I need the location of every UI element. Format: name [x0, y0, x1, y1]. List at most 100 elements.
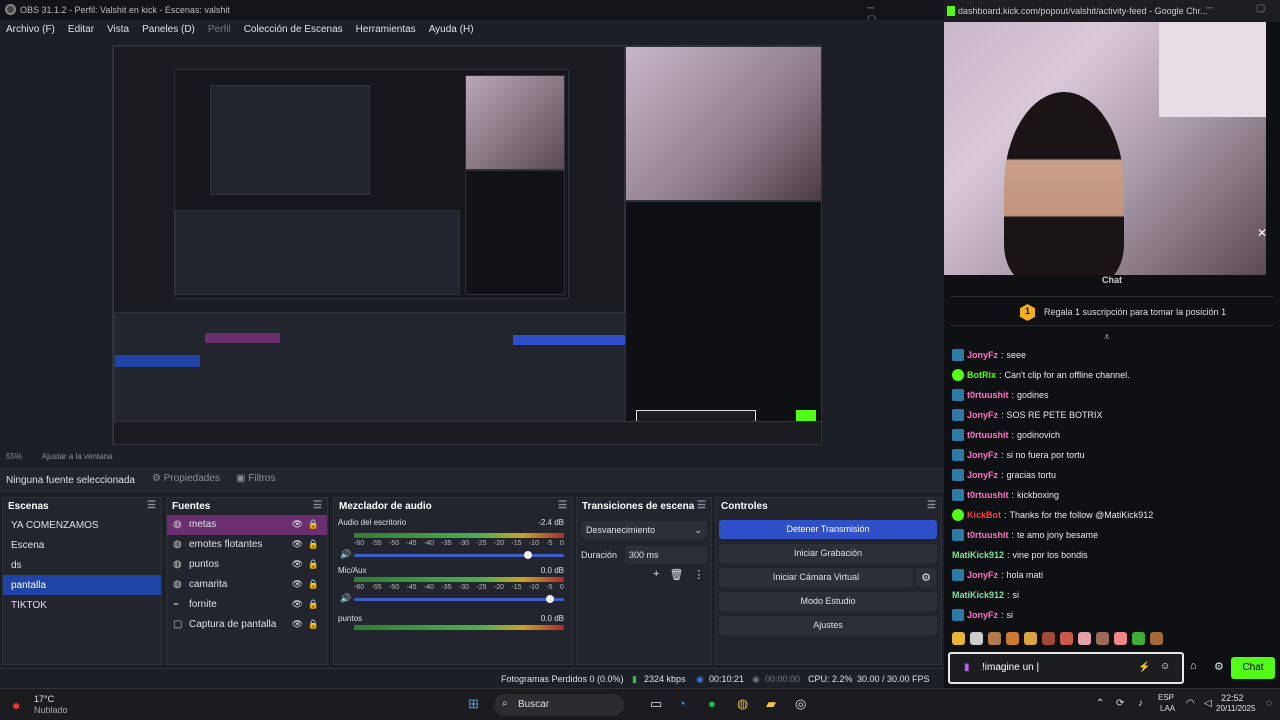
chat-input[interactable]: ▮ !imagine un | ⚡ ☺	[948, 652, 1184, 684]
speaker-icon[interactable]: 🔊	[340, 549, 351, 560]
stop-stream-button[interactable]: Detener Transmisión	[719, 520, 937, 539]
speaker-icon[interactable]: 🔊	[340, 593, 351, 604]
chrome-icon[interactable]: ◍	[737, 696, 748, 712]
studio-mode-button[interactable]: Modo Estudio	[719, 592, 937, 611]
scene-item[interactable]: ds	[3, 555, 161, 575]
gift-sub-banner[interactable]: 1 Regala 1 suscripción para tomar la pos…	[950, 296, 1274, 326]
weather-temp[interactable]: 17°C	[34, 694, 54, 704]
language-indicator[interactable]: ESP	[1158, 693, 1174, 702]
windows-start-icon[interactable]: ⊞	[468, 696, 479, 712]
menu-paneles[interactable]: Paneles (D)	[142, 24, 195, 40]
notification-icon[interactable]: ◌	[1266, 698, 1272, 709]
emote-icon[interactable]	[988, 632, 1001, 645]
gear-icon[interactable]: ⚙	[916, 568, 936, 587]
dock-menu-icon[interactable]: ☰	[313, 500, 322, 511]
menu-ayuda[interactable]: Ayuda (H)	[429, 24, 474, 40]
shortcut-icon[interactable]: ⚡	[1138, 662, 1150, 673]
folder-icon[interactable]: ▰	[766, 696, 776, 712]
microphone-icon[interactable]: ▮	[964, 662, 970, 673]
send-chat-button[interactable]: Chat	[1231, 657, 1275, 679]
menu-herramientas[interactable]: Herramientas	[356, 24, 416, 40]
obs-taskbar-icon[interactable]: ◎	[795, 696, 806, 712]
scene-item-selected[interactable]: pantalla	[3, 575, 161, 595]
volume-icon[interactable]: ◁	[1204, 698, 1212, 709]
lock-icon[interactable]: 🔒	[308, 599, 319, 610]
emote-icon[interactable]	[1042, 632, 1055, 645]
chat-username[interactable]: MatiKick912	[952, 550, 1004, 560]
emote-icon[interactable]	[1132, 632, 1145, 645]
emote-icon[interactable]	[1024, 632, 1037, 645]
emote-icon[interactable]	[1096, 632, 1109, 645]
chat-username[interactable]: MatiKick912	[952, 590, 1004, 600]
clock-date[interactable]: 20/11/2025	[1216, 704, 1255, 713]
dock-menu-icon[interactable]: ☰	[927, 500, 936, 511]
properties-button[interactable]: ⚙ Propiedades	[152, 473, 220, 484]
settings-button[interactable]: Ajustes	[719, 616, 937, 635]
menu-editar[interactable]: Editar	[68, 24, 94, 40]
zoom-level[interactable]: 55%	[6, 452, 22, 461]
eye-icon[interactable]: 👁	[292, 579, 303, 590]
store-icon[interactable]: ⌂	[1190, 660, 1197, 672]
lock-icon[interactable]: 🔒	[308, 619, 319, 630]
menu-coleccion[interactable]: Colección de Escenas	[244, 24, 343, 40]
chat-username[interactable]: JonyFz	[967, 350, 998, 360]
emote-icon[interactable]	[970, 632, 983, 645]
start-recording-button[interactable]: Iniciar Grabación	[719, 544, 937, 563]
emote-icon[interactable]	[952, 632, 965, 645]
source-item[interactable]: ◍ puntos 👁 🔒	[167, 555, 327, 575]
close-icon[interactable]: ✕	[1257, 226, 1266, 240]
volume-slider[interactable]	[354, 551, 564, 559]
trash-icon[interactable]: 🗑	[669, 568, 683, 581]
scene-item[interactable]: TIKTOK	[3, 595, 161, 615]
spotify-icon[interactable]: ●	[708, 696, 716, 711]
source-item[interactable]: ▢ Captura de pantalla 👁 🔒	[167, 615, 327, 635]
duration-spinbox[interactable]: 300 ms	[625, 546, 707, 564]
weather-desc[interactable]: Nublado	[34, 705, 68, 715]
source-item[interactable]: ⌁ fornite 👁 🔒	[167, 595, 327, 615]
lock-icon[interactable]: 🔒	[308, 519, 319, 530]
filters-button[interactable]: ▣ Filtros	[236, 473, 275, 484]
emote-icon[interactable]	[1060, 632, 1073, 645]
emote-icon[interactable]	[1006, 632, 1019, 645]
dock-menu-icon[interactable]: ☰	[697, 500, 706, 511]
lock-icon[interactable]: 🔒	[308, 579, 319, 590]
eye-icon[interactable]: 👁	[292, 559, 303, 570]
chat-username[interactable]: JonyFz	[967, 610, 998, 620]
chat-username[interactable]: t0rtuushit	[967, 530, 1009, 540]
source-item[interactable]: ◍ emotes flotantes 👁 🔒	[167, 535, 327, 555]
emoji-icon[interactable]: ☺	[1160, 661, 1170, 672]
lock-icon[interactable]: 🔒	[308, 539, 319, 550]
pinned-toggle-icon[interactable]: ⩡	[1104, 332, 1110, 343]
lock-icon[interactable]: 🔒	[308, 559, 319, 570]
mic-tray-icon[interactable]: ♪	[1138, 698, 1143, 709]
gear-icon[interactable]: ⚙	[1214, 660, 1224, 673]
slider-knob[interactable]	[524, 551, 532, 559]
chat-username[interactable]: JonyFz	[967, 450, 998, 460]
source-item[interactable]: ◍ camarita 👁 🔒	[167, 575, 327, 595]
slider-knob[interactable]	[546, 595, 554, 603]
preview-canvas[interactable]	[112, 45, 822, 445]
clock-time[interactable]: 22:52	[1221, 693, 1244, 703]
dock-menu-icon[interactable]: ☰	[147, 500, 156, 511]
volume-slider[interactable]	[354, 595, 564, 603]
chat-username[interactable]: t0rtuushit	[967, 390, 1009, 400]
virtual-camera-button[interactable]: Iniciar Cámara Virtual	[719, 568, 913, 587]
wifi-icon[interactable]: ◠	[1186, 698, 1195, 709]
menu-perfil[interactable]: Perfil	[208, 24, 231, 40]
eye-icon[interactable]: 👁	[292, 619, 303, 630]
dock-menu-icon[interactable]: ☰	[558, 500, 567, 511]
edge-icon[interactable]: ◔	[678, 696, 686, 711]
task-view-icon[interactable]: ▭	[650, 696, 662, 712]
add-icon[interactable]: +	[653, 568, 659, 581]
menu-vista[interactable]: Vista	[107, 24, 129, 40]
emote-icon[interactable]	[1150, 632, 1163, 645]
more-icon[interactable]: ⋮	[693, 568, 704, 581]
taskbar-search[interactable]: ⌕ Buscar	[494, 694, 624, 716]
tray-app-icon[interactable]: ⟳	[1116, 698, 1124, 709]
zoom-mode[interactable]: Ajustar a la ventana	[42, 452, 113, 461]
chat-username[interactable]: t0rtuushit	[967, 490, 1009, 500]
scene-item[interactable]: YA COMENZAMOS	[3, 515, 161, 535]
tray-chevron-icon[interactable]: ⌃	[1096, 698, 1104, 709]
window-controls[interactable]: ─ ▢ ✕	[1206, 3, 1280, 14]
weather-icon[interactable]: ●	[12, 697, 20, 713]
